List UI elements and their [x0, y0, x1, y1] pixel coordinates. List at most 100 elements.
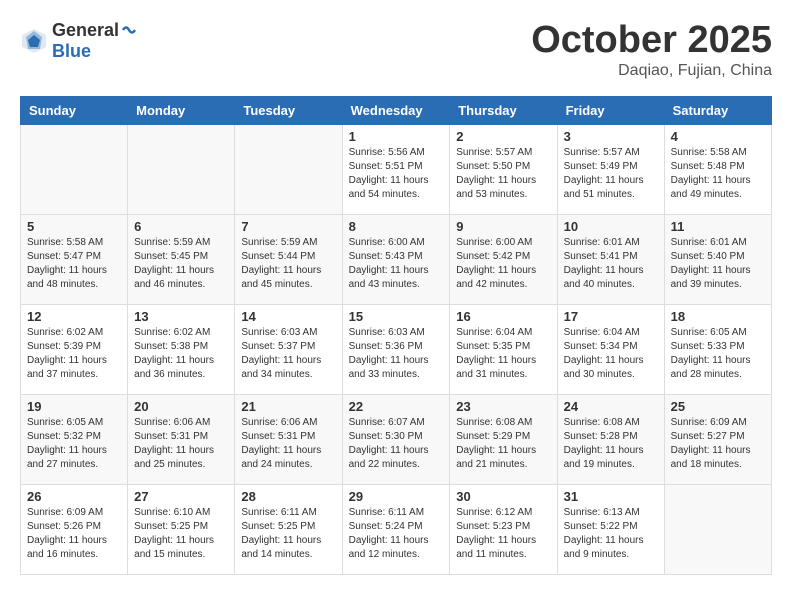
calendar-cell: 29 Sunrise: 6:11 AM Sunset: 5:24 PM Dayli…	[342, 484, 450, 574]
calendar-cell: 10 Sunrise: 6:01 AM Sunset: 5:41 PM Dayli…	[557, 214, 664, 304]
day-number: 11	[671, 219, 765, 234]
calendar-week-row: 5 Sunrise: 5:58 AM Sunset: 5:47 PM Daylig…	[21, 214, 772, 304]
day-info: Sunrise: 6:03 AM Sunset: 5:37 PM Dayligh…	[241, 326, 335, 382]
weekday-header-row: SundayMondayTuesdayWednesdayThursdayFrid…	[21, 96, 772, 124]
day-number: 31	[564, 489, 658, 504]
calendar-cell: 17 Sunrise: 6:04 AM Sunset: 5:34 PM Dayli…	[557, 304, 664, 394]
day-info: Sunrise: 6:09 AM Sunset: 5:26 PM Dayligh…	[27, 506, 121, 562]
calendar-week-row: 26 Sunrise: 6:09 AM Sunset: 5:26 PM Dayli…	[21, 484, 772, 574]
day-number: 26	[27, 489, 121, 504]
day-number: 18	[671, 309, 765, 324]
calendar-cell: 9Sunrise: 6:00 AM Sunset: 5:42 PM Daylig…	[450, 214, 557, 304]
page-header: General Blue October 2025 Daqiao, Fujian…	[20, 20, 772, 80]
weekday-header-friday: Friday	[557, 96, 664, 124]
calendar-cell: 23 Sunrise: 6:08 AM Sunset: 5:29 PM Dayli…	[450, 394, 557, 484]
day-info: Sunrise: 6:00 AM Sunset: 5:43 PM Dayligh…	[349, 236, 444, 292]
day-number: 12	[27, 309, 121, 324]
day-info: Sunrise: 6:01 AM Sunset: 5:41 PM Dayligh…	[564, 236, 658, 292]
calendar-cell: 11 Sunrise: 6:01 AM Sunset: 5:40 PM Dayli…	[664, 214, 771, 304]
logo-general: General	[52, 20, 119, 41]
weekday-header-thursday: Thursday	[450, 96, 557, 124]
day-info: Sunrise: 5:59 AM Sunset: 5:44 PM Dayligh…	[241, 236, 335, 292]
calendar-week-row: 19 Sunrise: 6:05 AM Sunset: 5:32 PM Dayli…	[21, 394, 772, 484]
day-number: 21	[241, 399, 335, 414]
calendar-cell: 30 Sunrise: 6:12 AM Sunset: 5:23 PM Dayli…	[450, 484, 557, 574]
day-info: Sunrise: 6:11 AM Sunset: 5:24 PM Dayligh…	[349, 506, 444, 562]
calendar-table: SundayMondayTuesdayWednesdayThursdayFrid…	[20, 96, 772, 575]
logo-icon	[20, 27, 48, 55]
calendar-cell: 20Sunrise: 6:06 AM Sunset: 5:31 PM Dayli…	[128, 394, 235, 484]
day-number: 5	[27, 219, 121, 234]
calendar-cell: 22Sunrise: 6:07 AM Sunset: 5:30 PM Dayli…	[342, 394, 450, 484]
calendar-cell: 31 Sunrise: 6:13 AM Sunset: 5:22 PM Dayli…	[557, 484, 664, 574]
day-number: 15	[349, 309, 444, 324]
day-info: Sunrise: 6:09 AM Sunset: 5:27 PM Dayligh…	[671, 416, 765, 472]
calendar-cell: 2 Sunrise: 5:57 AM Sunset: 5:50 PM Daylig…	[450, 124, 557, 214]
day-number: 19	[27, 399, 121, 414]
calendar-cell: 19 Sunrise: 6:05 AM Sunset: 5:32 PM Dayli…	[21, 394, 128, 484]
logo: General Blue	[20, 20, 137, 62]
calendar-cell: 4 Sunrise: 5:58 AM Sunset: 5:48 PM Daylig…	[664, 124, 771, 214]
day-number: 13	[134, 309, 228, 324]
day-number: 10	[564, 219, 658, 234]
day-info: Sunrise: 6:01 AM Sunset: 5:40 PM Dayligh…	[671, 236, 765, 292]
day-number: 2	[456, 129, 550, 144]
calendar-week-row: 1Sunrise: 5:56 AM Sunset: 5:51 PM Daylig…	[21, 124, 772, 214]
calendar-cell: 27 Sunrise: 6:10 AM Sunset: 5:25 PM Dayli…	[128, 484, 235, 574]
day-info: Sunrise: 6:13 AM Sunset: 5:22 PM Dayligh…	[564, 506, 658, 562]
day-number: 27	[134, 489, 228, 504]
logo-wave-icon	[121, 20, 137, 40]
day-info: Sunrise: 6:02 AM Sunset: 5:39 PM Dayligh…	[27, 326, 121, 382]
calendar-cell: 13 Sunrise: 6:02 AM Sunset: 5:38 PM Dayli…	[128, 304, 235, 394]
calendar-cell: 25 Sunrise: 6:09 AM Sunset: 5:27 PM Dayli…	[664, 394, 771, 484]
day-info: Sunrise: 6:11 AM Sunset: 5:25 PM Dayligh…	[241, 506, 335, 562]
day-info: Sunrise: 5:57 AM Sunset: 5:50 PM Dayligh…	[456, 146, 550, 202]
day-info: Sunrise: 6:06 AM Sunset: 5:31 PM Dayligh…	[134, 416, 228, 472]
calendar-cell: 18 Sunrise: 6:05 AM Sunset: 5:33 PM Dayli…	[664, 304, 771, 394]
day-number: 17	[564, 309, 658, 324]
day-number: 16	[456, 309, 550, 324]
calendar-cell	[128, 124, 235, 214]
day-number: 23	[456, 399, 550, 414]
logo-text: General Blue	[52, 20, 137, 62]
day-info: Sunrise: 5:56 AM Sunset: 5:51 PM Dayligh…	[349, 146, 444, 202]
location: Daqiao, Fujian, China	[531, 62, 772, 80]
logo-blue: Blue	[52, 41, 91, 61]
day-number: 4	[671, 129, 765, 144]
day-info: Sunrise: 6:08 AM Sunset: 5:29 PM Dayligh…	[456, 416, 550, 472]
day-number: 30	[456, 489, 550, 504]
calendar-cell: 16 Sunrise: 6:04 AM Sunset: 5:35 PM Dayli…	[450, 304, 557, 394]
day-number: 9	[456, 219, 550, 234]
weekday-header-saturday: Saturday	[664, 96, 771, 124]
calendar-cell	[664, 484, 771, 574]
day-info: Sunrise: 6:02 AM Sunset: 5:38 PM Dayligh…	[134, 326, 228, 382]
day-number: 29	[349, 489, 444, 504]
day-number: 28	[241, 489, 335, 504]
day-info: Sunrise: 6:04 AM Sunset: 5:35 PM Dayligh…	[456, 326, 550, 382]
title-area: October 2025 Daqiao, Fujian, China	[531, 20, 772, 80]
day-info: Sunrise: 5:58 AM Sunset: 5:48 PM Dayligh…	[671, 146, 765, 202]
calendar-week-row: 12 Sunrise: 6:02 AM Sunset: 5:39 PM Dayli…	[21, 304, 772, 394]
calendar-cell: 6Sunrise: 5:59 AM Sunset: 5:45 PM Daylig…	[128, 214, 235, 304]
day-info: Sunrise: 6:10 AM Sunset: 5:25 PM Dayligh…	[134, 506, 228, 562]
day-info: Sunrise: 5:58 AM Sunset: 5:47 PM Dayligh…	[27, 236, 121, 292]
day-info: Sunrise: 6:12 AM Sunset: 5:23 PM Dayligh…	[456, 506, 550, 562]
month-title: October 2025	[531, 20, 772, 62]
day-number: 24	[564, 399, 658, 414]
calendar-cell: 12 Sunrise: 6:02 AM Sunset: 5:39 PM Dayli…	[21, 304, 128, 394]
day-info: Sunrise: 6:04 AM Sunset: 5:34 PM Dayligh…	[564, 326, 658, 382]
calendar-cell: 5 Sunrise: 5:58 AM Sunset: 5:47 PM Daylig…	[21, 214, 128, 304]
day-number: 6	[134, 219, 228, 234]
day-info: Sunrise: 6:08 AM Sunset: 5:28 PM Dayligh…	[564, 416, 658, 472]
calendar-cell: 21Sunrise: 6:06 AM Sunset: 5:31 PM Dayli…	[235, 394, 342, 484]
calendar-cell: 15Sunrise: 6:03 AM Sunset: 5:36 PM Dayli…	[342, 304, 450, 394]
calendar-cell: 3 Sunrise: 5:57 AM Sunset: 5:49 PM Daylig…	[557, 124, 664, 214]
calendar-cell	[21, 124, 128, 214]
day-info: Sunrise: 6:05 AM Sunset: 5:32 PM Dayligh…	[27, 416, 121, 472]
calendar-cell: 26 Sunrise: 6:09 AM Sunset: 5:26 PM Dayli…	[21, 484, 128, 574]
day-info: Sunrise: 6:05 AM Sunset: 5:33 PM Dayligh…	[671, 326, 765, 382]
day-number: 25	[671, 399, 765, 414]
calendar-cell: 24 Sunrise: 6:08 AM Sunset: 5:28 PM Dayli…	[557, 394, 664, 484]
day-info: Sunrise: 5:57 AM Sunset: 5:49 PM Dayligh…	[564, 146, 658, 202]
day-number: 3	[564, 129, 658, 144]
